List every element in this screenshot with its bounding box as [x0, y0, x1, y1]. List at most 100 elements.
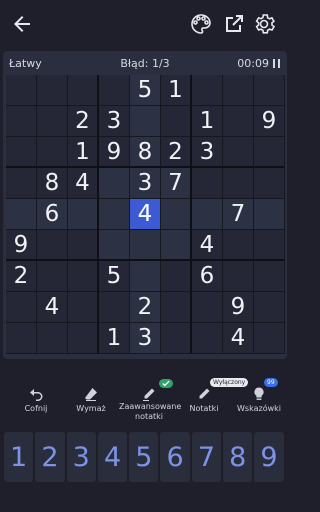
- grid-cell[interactable]: 4: [37, 292, 68, 323]
- grid-cell[interactable]: 4: [68, 168, 99, 199]
- grid-cell[interactable]: [6, 199, 37, 230]
- grid-cell[interactable]: [37, 261, 68, 292]
- grid-cell[interactable]: 3: [99, 106, 130, 137]
- number-key[interactable]: 1: [4, 432, 34, 482]
- grid-cell[interactable]: [192, 75, 223, 106]
- number-key[interactable]: 5: [129, 432, 159, 482]
- grid-cell[interactable]: 7: [161, 168, 192, 199]
- grid-cell[interactable]: [192, 323, 223, 354]
- grid-cell[interactable]: [99, 292, 130, 323]
- grid-cell[interactable]: [68, 230, 99, 261]
- grid-cell[interactable]: [223, 168, 254, 199]
- grid-cell[interactable]: [6, 323, 37, 354]
- grid-cell[interactable]: 3: [130, 168, 161, 199]
- number-key[interactable]: 7: [191, 432, 222, 482]
- grid-cell[interactable]: [223, 75, 254, 106]
- grid-cell[interactable]: [68, 261, 99, 292]
- grid-cell[interactable]: [99, 168, 130, 199]
- external-link-icon[interactable]: [222, 12, 246, 36]
- grid-cell[interactable]: [161, 230, 192, 261]
- grid-cell[interactable]: [254, 199, 285, 230]
- grid-cell[interactable]: 3: [192, 137, 223, 168]
- grid-cell[interactable]: 1: [68, 137, 99, 168]
- grid-cell[interactable]: 4: [130, 199, 161, 230]
- grid-cell[interactable]: [161, 292, 192, 323]
- grid-cell[interactable]: [254, 75, 285, 106]
- grid-cell[interactable]: 1: [161, 75, 192, 106]
- advanced-notes-button[interactable]: Zaawansowane notatki: [119, 379, 181, 426]
- number-key[interactable]: 9: [254, 432, 284, 482]
- grid-cell[interactable]: [192, 292, 223, 323]
- grid-cell[interactable]: [254, 261, 285, 292]
- undo-button[interactable]: Cofnij: [6, 382, 66, 426]
- grid-cell[interactable]: [130, 230, 161, 261]
- grid-cell[interactable]: [6, 168, 37, 199]
- grid-cell[interactable]: [130, 261, 161, 292]
- grid-cell[interactable]: [37, 137, 68, 168]
- grid-cell[interactable]: 6: [37, 199, 68, 230]
- grid-cell[interactable]: [161, 106, 192, 137]
- grid-cell[interactable]: 7: [223, 199, 254, 230]
- grid-cell[interactable]: 5: [99, 261, 130, 292]
- grid-cell[interactable]: [223, 106, 254, 137]
- grid-cell[interactable]: [254, 137, 285, 168]
- grid-cell[interactable]: 2: [68, 106, 99, 137]
- grid-cell[interactable]: 3: [130, 323, 161, 354]
- grid-cell[interactable]: [192, 168, 223, 199]
- grid-cell[interactable]: [37, 230, 68, 261]
- grid-cell[interactable]: 2: [6, 261, 37, 292]
- number-key[interactable]: 4: [97, 432, 128, 482]
- grid-cell[interactable]: 1: [99, 323, 130, 354]
- grid-cell[interactable]: [6, 75, 37, 106]
- grid-cell[interactable]: [68, 75, 99, 106]
- arrow-left-icon[interactable]: [10, 12, 34, 36]
- pause-icon[interactable]: [273, 59, 281, 68]
- grid-cell[interactable]: 4: [223, 323, 254, 354]
- grid-cell[interactable]: [254, 168, 285, 199]
- grid-cell[interactable]: [99, 230, 130, 261]
- grid-cell[interactable]: [6, 137, 37, 168]
- number-key[interactable]: 8: [223, 432, 253, 482]
- palette-icon[interactable]: [189, 12, 213, 36]
- grid-cell[interactable]: 8: [130, 137, 161, 168]
- number-key[interactable]: 3: [66, 432, 96, 482]
- grid-cell[interactable]: 8: [37, 168, 68, 199]
- number-key[interactable]: 2: [35, 432, 65, 482]
- grid-cell[interactable]: [223, 261, 254, 292]
- grid-cell[interactable]: [161, 323, 192, 354]
- grid-cell[interactable]: [68, 323, 99, 354]
- grid-cell[interactable]: [37, 106, 68, 137]
- grid-cell[interactable]: [223, 230, 254, 261]
- grid-cell[interactable]: [192, 199, 223, 230]
- grid-cell[interactable]: [99, 75, 130, 106]
- grid-cell[interactable]: [130, 106, 161, 137]
- gear-icon[interactable]: [252, 12, 276, 36]
- erase-button[interactable]: Wymaż: [61, 382, 121, 426]
- grid-cell[interactable]: [223, 137, 254, 168]
- grid-cell[interactable]: [254, 230, 285, 261]
- grid-cell[interactable]: [37, 75, 68, 106]
- grid-cell[interactable]: [99, 199, 130, 230]
- grid-cell[interactable]: [37, 323, 68, 354]
- grid-cell[interactable]: 9: [223, 292, 254, 323]
- grid-cell[interactable]: 9: [99, 137, 130, 168]
- grid-cell[interactable]: [254, 292, 285, 323]
- grid-cell[interactable]: 1: [192, 106, 223, 137]
- grid-cell[interactable]: [161, 261, 192, 292]
- grid-cell[interactable]: [6, 106, 37, 137]
- grid-cell[interactable]: 2: [130, 292, 161, 323]
- notes-button[interactable]: Wyłączony Notatki: [174, 378, 249, 426]
- hints-button[interactable]: 99 Wskazówki: [229, 378, 289, 426]
- grid-cell[interactable]: 6: [192, 261, 223, 292]
- number-key[interactable]: 6: [160, 432, 190, 482]
- grid-cell[interactable]: 4: [192, 230, 223, 261]
- grid-cell[interactable]: 5: [130, 75, 161, 106]
- grid-cell[interactable]: [161, 199, 192, 230]
- grid-cell[interactable]: [6, 292, 37, 323]
- grid-cell[interactable]: [254, 323, 285, 354]
- grid-cell[interactable]: [68, 199, 99, 230]
- grid-cell[interactable]: 9: [254, 106, 285, 137]
- grid-cell[interactable]: 9: [6, 230, 37, 261]
- grid-cell[interactable]: [68, 292, 99, 323]
- grid-cell[interactable]: 2: [161, 137, 192, 168]
